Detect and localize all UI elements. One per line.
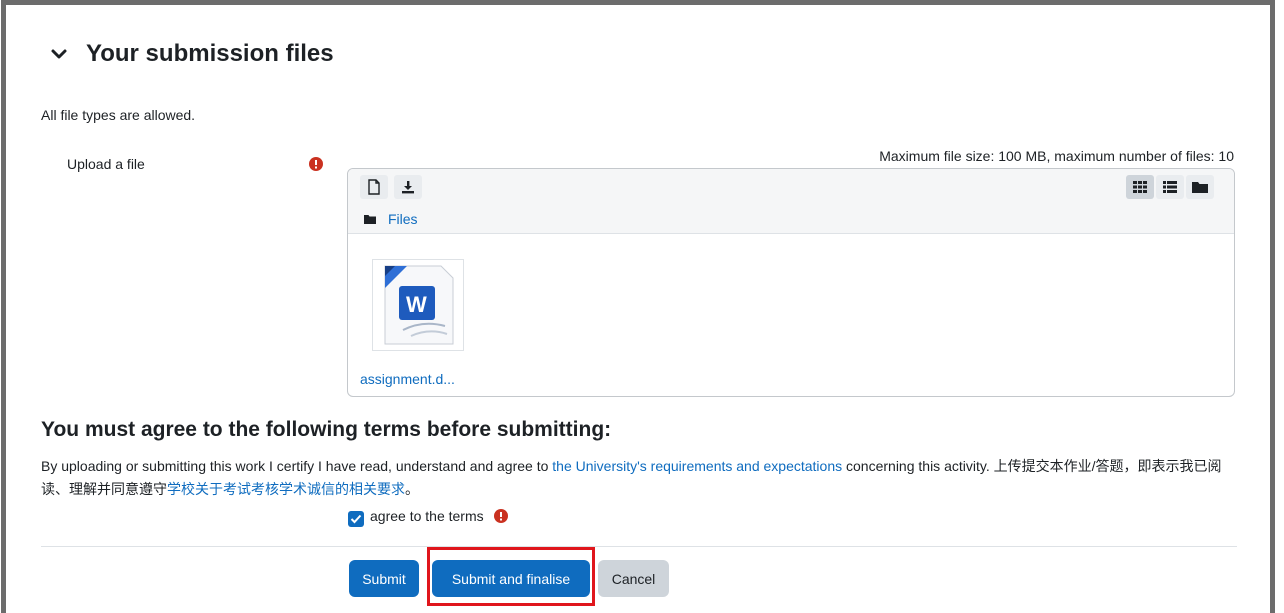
cancel-button[interactable]: Cancel bbox=[598, 560, 669, 597]
word-document-icon: W bbox=[384, 265, 454, 345]
file-name-link[interactable]: assignment.d... bbox=[360, 371, 455, 387]
highlight-box bbox=[427, 547, 595, 606]
requirements-link[interactable]: the University's requirements and expect… bbox=[552, 458, 842, 474]
file-manager: Files W assignment.d... bbox=[347, 168, 1235, 397]
divider bbox=[41, 546, 1237, 547]
file-manager-toolbar: Files bbox=[348, 169, 1234, 234]
submit-button[interactable]: Submit bbox=[349, 560, 419, 597]
integrity-requirements-link[interactable]: 学校关于考试考核学术诚信的相关要求 bbox=[167, 481, 405, 497]
breadcrumb[interactable]: Files bbox=[364, 211, 418, 227]
agree-checkbox[interactable] bbox=[348, 511, 364, 527]
download-icon bbox=[402, 181, 414, 194]
breadcrumb-files[interactable]: Files bbox=[388, 211, 418, 227]
list-view-button[interactable] bbox=[1156, 175, 1184, 199]
terms-text-end: 。 bbox=[405, 481, 419, 497]
tree-view-button[interactable] bbox=[1186, 175, 1214, 199]
download-all-button[interactable] bbox=[394, 175, 422, 199]
filetypes-note: All file types are allowed. bbox=[41, 107, 196, 123]
checkmark-icon bbox=[350, 514, 362, 524]
agree-label[interactable]: agree to the terms bbox=[370, 508, 484, 524]
grid-view-button[interactable] bbox=[1126, 175, 1154, 199]
chevron-down-icon[interactable] bbox=[50, 45, 68, 63]
agree-terms-row: agree to the terms bbox=[348, 505, 508, 527]
add-file-icon bbox=[368, 179, 380, 195]
terms-title: You must agree to the following terms be… bbox=[41, 418, 612, 441]
section-header[interactable]: Your submission files bbox=[50, 40, 334, 68]
upload-limits: Maximum file size: 100 MB, maximum numbe… bbox=[879, 148, 1234, 164]
section-title: Your submission files bbox=[86, 40, 334, 67]
grid-view-icon bbox=[1133, 181, 1147, 193]
folder-icon bbox=[364, 215, 376, 224]
required-icon bbox=[493, 509, 508, 523]
add-file-button[interactable] bbox=[360, 175, 388, 199]
file-thumbnail[interactable]: W bbox=[372, 259, 464, 351]
tree-view-icon bbox=[1192, 182, 1208, 193]
terms-text-start: By uploading or submitting this work I c… bbox=[41, 458, 553, 474]
list-view-icon bbox=[1163, 181, 1177, 193]
svg-text:W: W bbox=[406, 292, 427, 317]
upload-label: Upload a file bbox=[67, 156, 145, 172]
required-icon bbox=[309, 157, 323, 171]
terms-text: By uploading or submitting this work I c… bbox=[41, 455, 1241, 501]
